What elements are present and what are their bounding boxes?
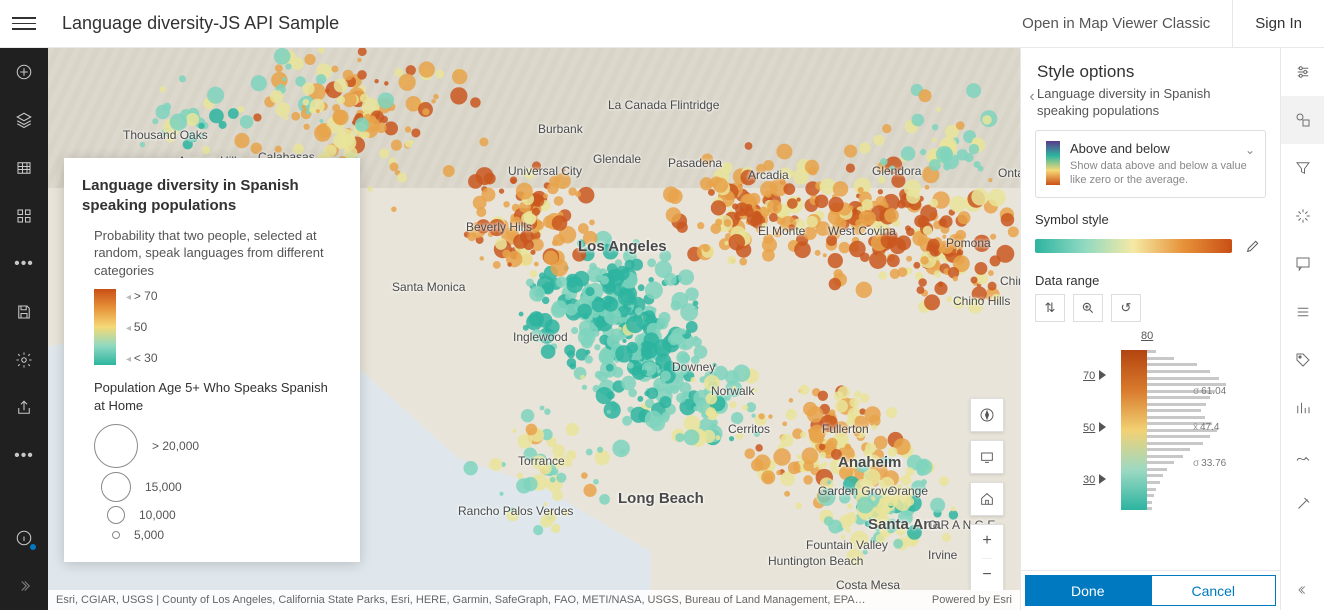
ramp-label-high: > 70: [126, 289, 158, 303]
tick-70[interactable]: 70: [1083, 370, 1106, 382]
map-controls: + −: [970, 398, 1004, 592]
sketch-icon[interactable]: [1281, 432, 1324, 480]
zoom-control[interactable]: + −: [970, 524, 1004, 592]
data-range-label: Data range: [1035, 273, 1266, 288]
histogram[interactable]: 80 70 50 30 σ61.04 x̄47.4 σ33.76: [1035, 332, 1266, 522]
ramp-label-low: < 30: [126, 351, 158, 365]
page-title: Language diversity-JS API Sample: [62, 13, 339, 34]
legend-desc: Probability that two people, selected at…: [82, 227, 342, 280]
table-icon[interactable]: [0, 144, 48, 192]
chart-icon[interactable]: [1281, 384, 1324, 432]
color-ramp: [94, 289, 116, 365]
attribution-text: Esri, CGIAR, USGS | County of Los Angele…: [56, 594, 866, 606]
right-rail: [1280, 48, 1324, 610]
attribution-bar: Esri, CGIAR, USGS | County of Los Angele…: [48, 590, 1020, 610]
filter-icon[interactable]: [1281, 144, 1324, 192]
size-label: > 20,000: [152, 439, 199, 453]
labels-icon[interactable]: [1281, 336, 1324, 384]
tick-50[interactable]: 50: [1083, 422, 1106, 434]
layers-icon[interactable]: [0, 96, 48, 144]
open-classic-link[interactable]: Open in Map Viewer Classic: [1000, 0, 1232, 47]
legend-panel: Language diversity in Spanish speaking p…: [64, 158, 360, 562]
theme-swatch: [1046, 141, 1060, 185]
style-icon[interactable]: [1281, 96, 1324, 144]
zoom-out-icon[interactable]: −: [982, 559, 991, 592]
size-label: 5,000: [134, 528, 164, 542]
cancel-button[interactable]: Cancel: [1151, 575, 1277, 606]
flip-ramp-icon[interactable]: ⇅: [1035, 294, 1065, 322]
collapse-icon[interactable]: [1281, 570, 1324, 610]
edit-symbol-icon[interactable]: [1240, 233, 1266, 259]
theme-selector[interactable]: Above and below Show data above and belo…: [1035, 130, 1266, 199]
legend-title: Language diversity in Spanish speaking p…: [82, 176, 342, 217]
configure-icon[interactable]: [1281, 48, 1324, 96]
done-button[interactable]: Done: [1025, 575, 1151, 606]
hist-max: 80: [1141, 330, 1153, 342]
fields-icon[interactable]: [1281, 288, 1324, 336]
add-icon[interactable]: [0, 48, 48, 96]
map-canvas[interactable]: Los AngelesThousand OaksAgoura HillsCala…: [48, 48, 1020, 610]
back-icon[interactable]: ‹: [1023, 88, 1041, 106]
stat-low: σ33.76: [1193, 458, 1226, 469]
home-icon[interactable]: [970, 482, 1004, 516]
theme-desc: Show data above and below a value like z…: [1070, 159, 1255, 188]
zoom-range-icon[interactable]: [1073, 294, 1103, 322]
compass-icon[interactable]: [970, 398, 1004, 432]
style-options-panel: ‹ Style options Language diversity in Sp…: [1020, 48, 1280, 610]
top-bar: Language diversity-JS API Sample Open in…: [0, 0, 1324, 48]
tools-icon[interactable]: [1281, 480, 1324, 528]
powered-by: Powered by Esri: [932, 594, 1012, 606]
save-icon[interactable]: [0, 288, 48, 336]
style-options-title: Style options: [1037, 62, 1264, 82]
more-icon-2[interactable]: •••: [0, 432, 48, 480]
effects-icon[interactable]: [1281, 192, 1324, 240]
more-icon[interactable]: •••: [0, 240, 48, 288]
size-label: 15,000: [145, 480, 182, 494]
symbol-style-label: Symbol style: [1035, 212, 1266, 227]
expand-icon[interactable]: [0, 562, 48, 610]
symbol-gradient[interactable]: [1035, 239, 1232, 253]
size-label: 10,000: [139, 508, 176, 522]
sign-in-link[interactable]: Sign In: [1232, 0, 1324, 47]
ramp-label-mid: 50: [126, 320, 158, 334]
stat-mid: x̄47.4: [1193, 422, 1219, 433]
stat-high: σ61.04: [1193, 386, 1226, 397]
theme-name: Above and below: [1070, 141, 1255, 156]
reset-range-icon[interactable]: ↺: [1111, 294, 1141, 322]
left-rail: ••• •••: [0, 48, 48, 610]
hist-gradient: [1121, 350, 1147, 510]
popup-icon[interactable]: [1281, 240, 1324, 288]
style-options-subtitle: Language diversity in Spanish speaking p…: [1037, 86, 1264, 120]
view-icon[interactable]: [970, 440, 1004, 474]
basemap-icon[interactable]: [0, 192, 48, 240]
size-legend-title: Population Age 5+ Who Speaks Spanish at …: [82, 379, 342, 414]
zoom-in-icon[interactable]: +: [982, 525, 991, 559]
info-icon[interactable]: [0, 514, 48, 562]
share-icon[interactable]: [0, 384, 48, 432]
settings-icon[interactable]: [0, 336, 48, 384]
tick-30[interactable]: 30: [1083, 474, 1106, 486]
chevron-down-icon: ⌄: [1245, 143, 1255, 157]
menu-icon[interactable]: [12, 12, 36, 36]
